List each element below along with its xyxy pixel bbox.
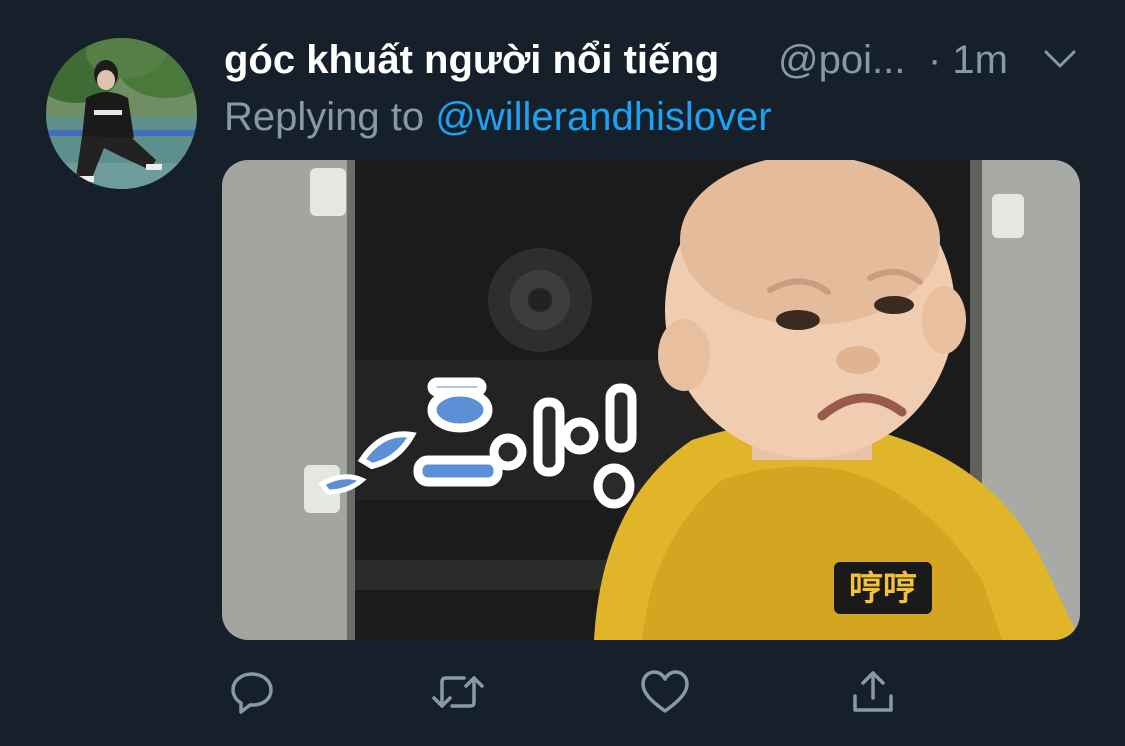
reply-prefix: Replying to xyxy=(224,95,425,139)
share-icon xyxy=(849,668,897,716)
share-button[interactable] xyxy=(845,664,901,720)
retweet-icon xyxy=(430,668,486,716)
reply-to-link[interactable]: @willerandhislover xyxy=(435,95,771,139)
heart-icon xyxy=(639,668,691,716)
avatar-image xyxy=(46,38,197,189)
svg-text:哼哼: 哼哼 xyxy=(849,569,917,609)
reply-button[interactable] xyxy=(224,664,280,720)
user-handle[interactable]: @poi... xyxy=(778,34,905,86)
retweet-button[interactable] xyxy=(430,664,486,720)
tweet-header: góc khuất người nổi tiếng @poi... · 1m xyxy=(224,34,1095,90)
display-name[interactable]: góc khuất người nổi tiếng xyxy=(224,34,719,86)
avatar[interactable] xyxy=(46,38,197,189)
caption-chinese: 哼哼 xyxy=(834,562,932,614)
tweet-actions xyxy=(222,664,922,720)
tweet-media[interactable]: 哼哼 xyxy=(222,160,1080,640)
tweet[interactable]: góc khuất người nổi tiếng @poi... · 1m R… xyxy=(0,0,1125,746)
reply-icon xyxy=(228,668,276,716)
chevron-down-icon[interactable] xyxy=(1040,44,1080,74)
replying-to: Replying to @willerandhislover xyxy=(224,92,772,142)
timestamp[interactable]: · 1m xyxy=(928,34,1008,86)
like-button[interactable] xyxy=(637,664,693,720)
media-image: 哼哼 xyxy=(222,160,1080,640)
